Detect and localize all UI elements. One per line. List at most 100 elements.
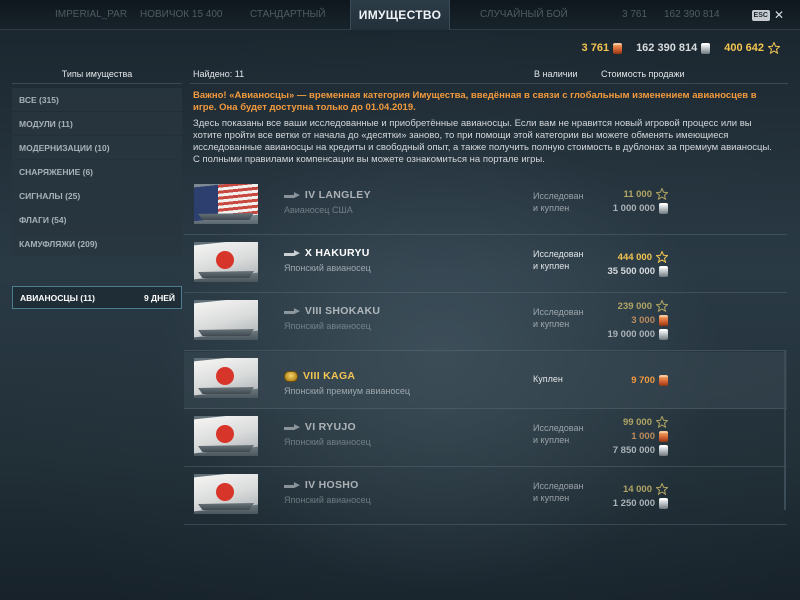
ship-status: Исследован и куплен: [533, 423, 584, 445]
price-credits: 7 850 000: [613, 443, 668, 457]
close-button[interactable]: ESC ✕: [751, 8, 784, 22]
info-text: Здесь показаны все ваши исследованные и …: [193, 118, 772, 153]
doubloons-balance: 3 761: [582, 42, 623, 54]
ship-name: VIII KAGA: [284, 370, 410, 382]
category-timer: 9 дней: [143, 292, 175, 303]
ship-name: ▬► X HAKURYU: [284, 247, 370, 259]
carrier-class-icon: ▬►: [284, 189, 302, 201]
price-free-xp: 11 000: [613, 187, 668, 201]
list-header: Найдено: 11 В наличии Стоимость продажи: [190, 66, 788, 84]
ship-type: Японский авианосец: [284, 495, 371, 505]
info-rules-text: С полными правилами компенсации вы может…: [193, 154, 545, 165]
price-free-xp: 444 000: [607, 250, 668, 264]
ship-name: ▬► IV LANGLEY: [284, 189, 371, 201]
sell-prices: 239 000 3 000 19 000 000: [607, 299, 668, 341]
currency-bar: 3 761 162 390 814 400 642: [582, 40, 780, 56]
esc-key-icon: ESC: [751, 9, 770, 21]
category-aircraft-carriers[interactable]: АВИАНОСЦЫ (11) 9 дней: [12, 286, 182, 309]
free-xp-balance: 400 642: [724, 42, 780, 54]
ghost-credits: 162 390 814: [664, 9, 720, 20]
category-consumables[interactable]: СНАРЯЖЕНИЕ (6): [12, 160, 182, 183]
doubloons-value: 3 761: [581, 42, 610, 54]
doubloon-icon: [613, 42, 623, 54]
ship-row-shokaku[interactable]: ▬► VIII SHOKAKU Японский авианосец Исслед…: [184, 294, 787, 351]
price-credits: 35 500 000: [607, 264, 668, 278]
sell-prices: 11 000 1 000 000: [613, 187, 668, 215]
ship-name: ▬► VI RYUJO: [284, 421, 356, 433]
credit-icon: [659, 444, 668, 456]
category-signals[interactable]: СИГНАЛЫ (25): [12, 184, 182, 207]
carrier-list: ▬► IV LANGLEY Авианосец США Исследован и к…: [184, 178, 787, 526]
sell-prices: 9 700: [631, 373, 668, 387]
category-aircraft-carriers-label: АВИАНОСЦЫ (11): [20, 292, 95, 303]
ship-image-shokaku: [194, 300, 258, 340]
ship-name: ▬► VIII SHOKAKU: [284, 305, 381, 317]
carrier-class-icon: ▬►: [284, 305, 302, 317]
sell-prices: 99 000 1 000 7 850 000: [613, 415, 668, 457]
ship-row-kaga[interactable]: VIII KAGA Японский премиум авианосец Куп…: [184, 352, 787, 409]
price-credits: 19 000 000: [607, 327, 668, 341]
price-credits: 1 250 000: [613, 496, 668, 510]
price-free-xp: 99 000: [613, 415, 668, 429]
price-credits: 1 000 000: [613, 201, 668, 215]
doubloon-icon: [659, 314, 668, 326]
ghost-battle: СЛУЧАЙНЫЙ БОЙ: [480, 9, 568, 20]
ghost-mode: СТАНДАРТНЫЙ: [250, 9, 326, 20]
property-type-list: ВСЕ (315) МОДУЛИ (11) МОДЕРНИЗАЦИИ (10) …: [12, 88, 182, 309]
window-title: ИМУЩЕСТВО: [350, 0, 450, 30]
category-camouflage[interactable]: КАМУФЛЯЖИ (209): [12, 232, 182, 255]
ship-type: Японский премиум авианосец: [284, 386, 410, 396]
notice-block: Важно! «Авианосцы» — временная категория…: [193, 90, 773, 166]
ship-row-hakuryu[interactable]: ▬► X HAKURYU Японский авианосец Исследова…: [184, 236, 787, 293]
ship-status: Исследован и куплен: [533, 249, 584, 271]
ship-type: Авианосец США: [284, 205, 353, 215]
price-doubloons: 9 700: [631, 373, 668, 387]
ship-image-hosho: [194, 474, 258, 514]
ship-row-hosho[interactable]: ▬► IV HOSHO Японский авианосец Исследован…: [184, 468, 787, 525]
ship-image-hakuryu: [194, 242, 258, 282]
warning-text: Важно! «Авианосцы» — временная категория…: [193, 90, 757, 113]
free-xp-star-icon: [768, 42, 780, 54]
ship-status: Исследован и куплен: [533, 307, 584, 329]
category-flags[interactable]: ФЛАГИ (54): [12, 208, 182, 231]
list-scrollbar[interactable]: [784, 350, 786, 510]
price-free-xp: 14 000: [613, 482, 668, 496]
top-bar: IMPERIAL_PAR НОВИЧОК 15 400 СТАНДАРТНЫЙ …: [0, 0, 800, 30]
ship-row-langley[interactable]: ▬► IV LANGLEY Авианосец США Исследован и к…: [184, 178, 787, 235]
credit-icon: [659, 202, 668, 214]
ship-image-kaga: [194, 358, 258, 398]
sell-prices: 14 000 1 250 000: [613, 482, 668, 510]
ship-type: Японский авианосец: [284, 437, 371, 447]
ghost-doubloons: 3 761: [622, 9, 648, 20]
ship-type: Японский авианосец: [284, 321, 371, 331]
column-in-stock: В наличии: [534, 69, 578, 79]
category-modules[interactable]: МОДУЛИ (11): [12, 112, 182, 135]
close-icon: ✕: [773, 8, 784, 22]
price-free-xp: 239 000: [607, 299, 668, 313]
category-upgrades[interactable]: МОДЕРНИЗАЦИИ (10): [12, 136, 182, 159]
free-xp-star-icon: [656, 251, 668, 263]
premium-badge-icon: [284, 370, 298, 382]
credit-icon: [659, 265, 668, 277]
column-sell-price: Стоимость продажи: [601, 69, 685, 79]
ghost-level: НОВИЧОК 15 400: [140, 9, 223, 20]
credit-icon: [659, 328, 668, 340]
found-count: Найдено: 11: [193, 69, 245, 79]
free-xp-value: 400 642: [724, 42, 764, 54]
ship-type: Японский авианосец: [284, 263, 371, 273]
category-all[interactable]: ВСЕ (315): [12, 88, 182, 111]
credits-balance: 162 390 814: [636, 42, 711, 54]
ghost-player-name: IMPERIAL_PAR: [55, 9, 128, 20]
free-xp-star-icon: [656, 483, 668, 495]
doubloon-icon: [659, 430, 668, 442]
ship-row-ryujo[interactable]: ▬► VI RYUJO Японский авианосец Исследован…: [184, 410, 787, 467]
credit-icon: [701, 42, 711, 54]
sell-prices: 444 000 35 500 000: [607, 250, 668, 278]
price-doubloons: 3 000: [607, 313, 668, 327]
property-types-header: Типы имущества: [12, 66, 182, 84]
price-doubloons: 1 000: [613, 429, 668, 443]
ship-status: Исследован и куплен: [533, 481, 584, 503]
ship-name: ▬► IV HOSHO: [284, 479, 359, 491]
credit-icon: [659, 497, 668, 509]
ship-status: Куплен: [533, 374, 563, 384]
